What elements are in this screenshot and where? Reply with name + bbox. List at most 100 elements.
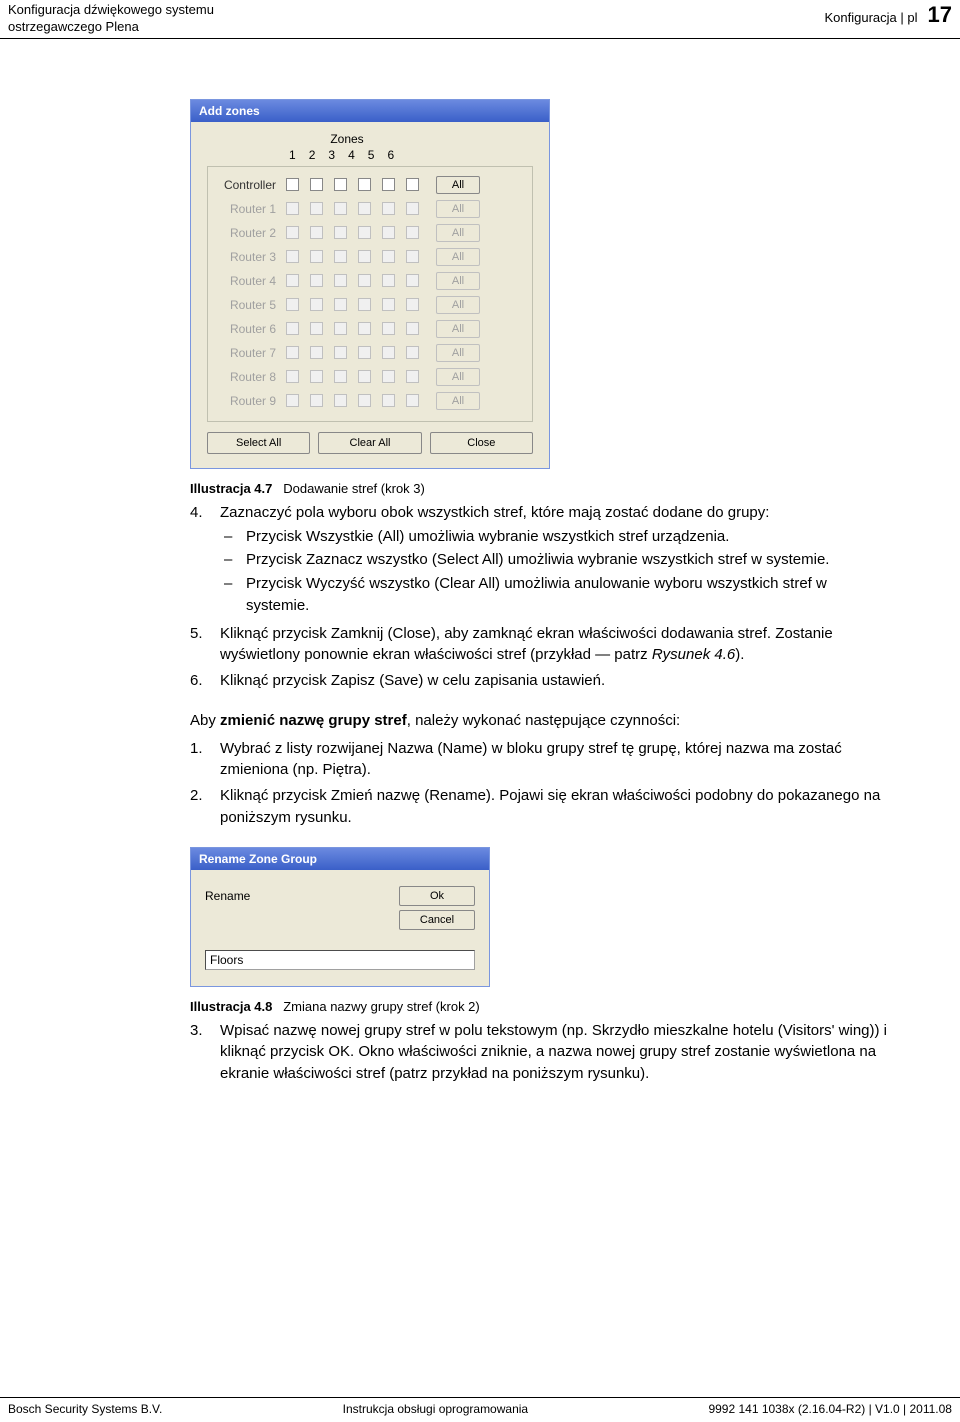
rename-label: Rename: [205, 889, 250, 903]
zone-checkbox: [310, 226, 323, 239]
step-text-b: ).: [735, 646, 744, 663]
zone-checkbox: [334, 322, 347, 335]
rename-input[interactable]: [205, 950, 475, 970]
zone-checkbox: [382, 298, 395, 311]
zone-checkbox: [406, 202, 419, 215]
zone-checkbox: [358, 226, 371, 239]
zone-checkbox: [286, 322, 299, 335]
zone-row-4: Router 4 All: [218, 269, 522, 293]
footer-left: Bosch Security Systems B.V.: [8, 1402, 162, 1416]
zone-col-6: 6: [387, 148, 394, 162]
ok-button[interactable]: Ok: [399, 886, 475, 906]
row-all-button: All: [436, 248, 480, 266]
figure-caption-4-7: Illustracja 4.7 Dodawanie stref (krok 3): [190, 481, 890, 496]
step-number: 4.: [190, 502, 220, 619]
zone-checkbox: [358, 274, 371, 287]
step-5-ref: Rysunek 4.6: [652, 646, 735, 663]
zone-row-label: Controller: [218, 178, 282, 192]
zone-checkbox: [358, 322, 371, 335]
step-c1: 1. Wybrać z listy rozwijanej Nazwa (Name…: [190, 738, 890, 782]
zone-checkbox[interactable]: [406, 178, 419, 191]
step-number: 5.: [190, 623, 220, 667]
dialog-add-zones: Add zones Zones 1 2 3 4 5 6 ControllerAl…: [190, 99, 550, 469]
clear-all-button[interactable]: Clear All: [318, 432, 421, 454]
zone-checkbox: [286, 394, 299, 407]
zone-checkbox: [406, 298, 419, 311]
header-title-line2: ostrzegawczego Plena: [8, 19, 214, 36]
zone-row-9: Router 9All: [218, 389, 522, 413]
zone-row-8: Router 8All: [218, 365, 522, 389]
zone-row-label: Router 4: [218, 274, 282, 288]
zone-checkbox: [334, 298, 347, 311]
step-number: 1.: [190, 738, 220, 782]
row-all-button: All: [436, 320, 480, 338]
page-number: 17: [928, 2, 952, 28]
step-text: Kliknąć przycisk Zmień nazwę (Rename). P…: [220, 787, 880, 826]
zone-checkbox: [358, 346, 371, 359]
zone-checkbox[interactable]: [334, 178, 347, 191]
zone-checkbox[interactable]: [358, 178, 371, 191]
cancel-button[interactable]: Cancel: [399, 910, 475, 930]
zone-checkbox: [406, 226, 419, 239]
zone-row-7: Router 7All: [218, 341, 522, 365]
zone-checkbox: [382, 202, 395, 215]
step-5: 5. Kliknąć przycisk Zamknij (Close), aby…: [190, 623, 890, 667]
zone-col-2: 2: [309, 148, 316, 162]
zone-checkbox: [310, 298, 323, 311]
zone-checkbox: [358, 394, 371, 407]
rename-row-ok: Rename Ok: [205, 884, 475, 908]
zones-groupbox: ControllerAllRouter 1AllRouter 2AllRoute…: [207, 166, 533, 422]
zone-checkbox: [334, 346, 347, 359]
zone-checkbox: [310, 250, 323, 263]
row-all-button[interactable]: All: [436, 176, 480, 194]
zone-checkbox: [334, 250, 347, 263]
step-number: 3.: [190, 1020, 220, 1085]
step-4-sub-1: –Przycisk Wszystkie (All) umożliwia wybr…: [220, 526, 890, 548]
figure-caption-4-8: Illustracja 4.8 Zmiana nazwy grupy stref…: [190, 999, 890, 1014]
page-content: Add zones Zones 1 2 3 4 5 6 ControllerAl…: [0, 39, 960, 1203]
zone-col-3: 3: [328, 148, 335, 162]
zone-row-label: Router 7: [218, 346, 282, 360]
footer-center: Instrukcja obsługi oprogramowania: [343, 1402, 528, 1416]
rename-titlebar: Rename Zone Group: [191, 848, 489, 870]
zone-checkbox: [310, 274, 323, 287]
select-all-button[interactable]: Select All: [207, 432, 310, 454]
dialog-body: Zones 1 2 3 4 5 6 ControllerAllRouter 1A…: [191, 122, 549, 468]
zone-row-label: Router 9: [218, 394, 282, 408]
zone-checkbox[interactable]: [310, 178, 323, 191]
zone-checkbox: [286, 226, 299, 239]
zone-col-4: 4: [348, 148, 355, 162]
zone-checkbox: [358, 250, 371, 263]
caption-text: Zmiana nazwy grupy stref (krok 2): [283, 999, 480, 1014]
rename-body: Rename Ok Cancel: [191, 870, 489, 986]
zone-checkbox: [406, 346, 419, 359]
zone-checkbox: [286, 298, 299, 311]
zone-checkbox: [286, 250, 299, 263]
zones-header-label: Zones: [277, 132, 417, 146]
row-all-button: All: [436, 296, 480, 314]
step-c3: 3. Wpisać nazwę nowej grupy stref w polu…: [190, 1020, 890, 1085]
zone-checkbox: [406, 274, 419, 287]
caption-prefix: Illustracja 4.7: [190, 481, 272, 496]
zone-checkbox: [358, 370, 371, 383]
zone-checkbox: [406, 394, 419, 407]
zone-checkbox: [334, 226, 347, 239]
close-button[interactable]: Close: [430, 432, 533, 454]
zone-col-1: 1: [289, 148, 296, 162]
step-number: 6.: [190, 670, 220, 692]
step-c2: 2. Kliknąć przycisk Zmień nazwę (Rename)…: [190, 785, 890, 829]
zone-row-label: Router 8: [218, 370, 282, 384]
zone-checkbox: [286, 346, 299, 359]
zone-checkbox: [334, 394, 347, 407]
zone-checkbox: [382, 370, 395, 383]
zone-checkbox: [310, 322, 323, 335]
zone-checkbox: [382, 346, 395, 359]
step-number: 2.: [190, 785, 220, 829]
zone-checkbox: [382, 226, 395, 239]
zone-row-0: Controller All: [218, 173, 522, 197]
zone-checkbox[interactable]: [286, 178, 299, 191]
zone-row-2: Router 2All: [218, 221, 522, 245]
row-all-button: All: [436, 272, 480, 290]
zone-checkbox[interactable]: [382, 178, 395, 191]
zone-checkbox: [382, 322, 395, 335]
